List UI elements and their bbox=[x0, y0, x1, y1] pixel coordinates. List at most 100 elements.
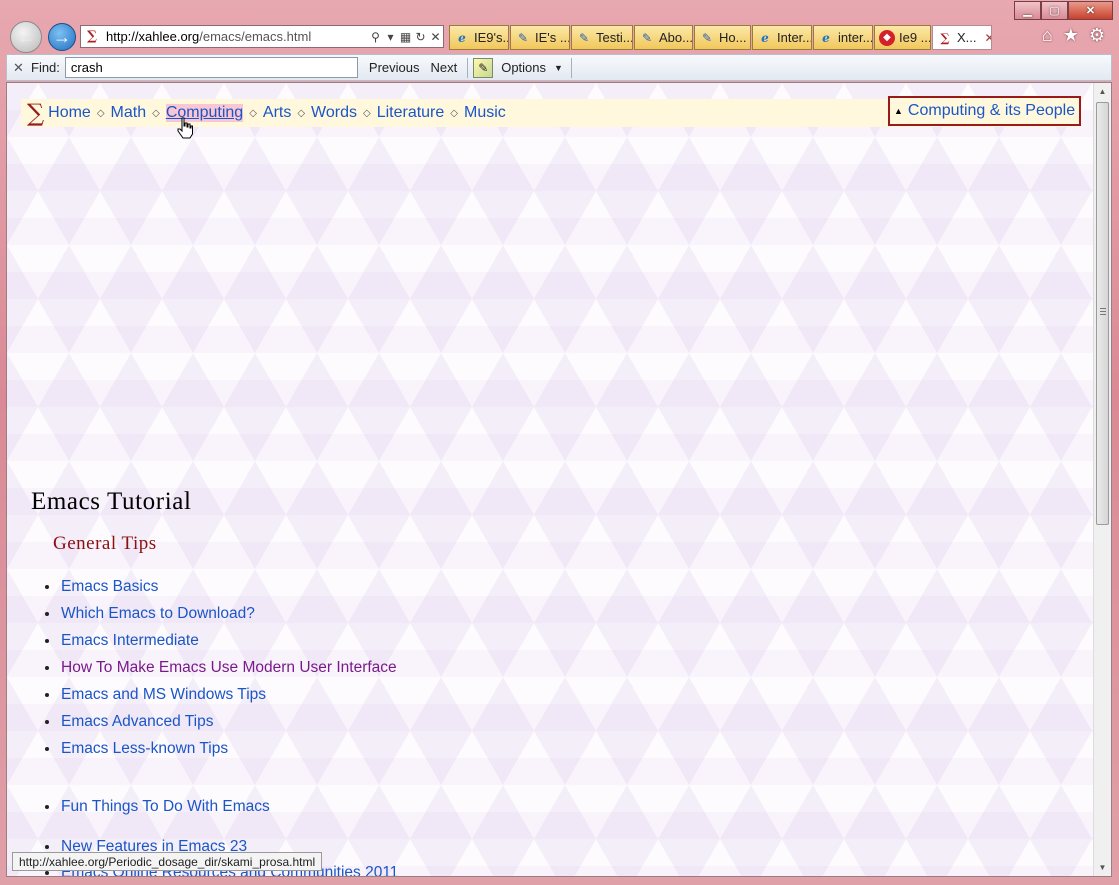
back-arrow-icon: ← bbox=[17, 26, 35, 47]
tab-ies[interactable]: ✎ IE's ... bbox=[510, 25, 570, 50]
address-url[interactable]: http://xahlee.org/emacs/emacs.html bbox=[106, 29, 368, 44]
bullet-icon bbox=[45, 804, 49, 809]
tab-ie9[interactable]: ◆ Ie9 ... bbox=[874, 25, 931, 50]
list-item: Emacs and MS Windows Tips bbox=[45, 681, 397, 708]
tab-xahlee-active[interactable]: ∑ X... ✕ bbox=[932, 25, 992, 50]
find-label: Find: bbox=[31, 60, 60, 75]
nav-separator-icon: ◇ bbox=[450, 107, 458, 119]
sigma-icon: ∑ bbox=[940, 30, 950, 45]
bullet-icon bbox=[45, 584, 49, 589]
nav-link-words[interactable]: Words bbox=[311, 104, 357, 122]
list-item: Emacs Advanced Tips bbox=[45, 708, 397, 735]
computing-people-link-box: ▲ Computing & its People bbox=[888, 96, 1081, 126]
status-url-tooltip: http://xahlee.org/Periodic_dosage_dir/sk… bbox=[12, 852, 323, 871]
forward-button[interactable]: → bbox=[48, 23, 76, 51]
computing-people-link[interactable]: Computing & its People bbox=[908, 102, 1075, 120]
tab-strip: e IE9's... ✎ IE's ... ✎ Testi... ✎ Abo... ✎ H… bbox=[449, 25, 992, 50]
back-button[interactable]: ← bbox=[10, 21, 42, 53]
scrollbar-thumb[interactable] bbox=[1096, 102, 1109, 525]
tab-label: Abo... bbox=[659, 30, 693, 45]
nav-link-home[interactable]: Home bbox=[48, 104, 91, 122]
ie-icon: e bbox=[458, 30, 466, 45]
options-dropdown-icon[interactable]: ▼ bbox=[554, 63, 563, 73]
link-fun-things[interactable]: Fun Things To Do With Emacs bbox=[61, 798, 270, 816]
bullet-icon bbox=[45, 719, 49, 724]
address-dropdown-icon[interactable]: ▾ bbox=[383, 30, 398, 44]
pen-icon: ✎ bbox=[701, 30, 713, 45]
link-which-emacs[interactable]: Which Emacs to Download? bbox=[61, 605, 255, 623]
nav-link-arts[interactable]: Arts bbox=[263, 104, 291, 122]
sigma-logo-icon: ∑ bbox=[27, 99, 45, 127]
tab-label: inter... bbox=[838, 30, 873, 45]
address-bar[interactable]: ∑ http://xahlee.org/emacs/emacs.html ⚲ ▾… bbox=[80, 25, 444, 48]
close-find-icon[interactable]: ✕ bbox=[13, 60, 31, 76]
scroll-down-arrow-icon[interactable]: ▼ bbox=[1094, 859, 1111, 876]
stop-sign-icon: ◆ bbox=[879, 29, 895, 46]
tab-label: Ie9 ... bbox=[899, 30, 931, 45]
nav-separator-icon: ◇ bbox=[96, 107, 105, 119]
page-title: Emacs Tutorial bbox=[31, 488, 192, 515]
nav-link-music[interactable]: Music bbox=[464, 104, 506, 122]
list-item: How To Make Emacs Use Modern User Interf… bbox=[45, 654, 397, 681]
tab-label: Testi... bbox=[596, 30, 633, 45]
link-modern-ui[interactable]: How To Make Emacs Use Modern User Interf… bbox=[61, 659, 397, 677]
nav-link-literature[interactable]: Literature bbox=[377, 104, 445, 122]
link-less-known-tips[interactable]: Emacs Less-known Tips bbox=[61, 740, 228, 758]
tab-label: X... bbox=[957, 30, 977, 45]
nav-separator-icon: ◇ bbox=[249, 107, 257, 119]
scrollbar-grip-icon bbox=[1100, 308, 1106, 315]
find-separator bbox=[570, 57, 572, 78]
close-window-button[interactable]: ✕ bbox=[1068, 1, 1113, 20]
tab-inter-1[interactable]: e Inter... bbox=[752, 25, 812, 50]
find-input[interactable] bbox=[64, 57, 358, 78]
refresh-icon[interactable]: ↻ bbox=[413, 30, 428, 44]
maximize-button[interactable]: ▢ bbox=[1041, 1, 1068, 20]
tab-abo[interactable]: ✎ Abo... bbox=[634, 25, 693, 50]
bullet-icon bbox=[45, 692, 49, 697]
tab-close-icon[interactable]: ✕ bbox=[985, 31, 991, 45]
nav-link-math[interactable]: Math bbox=[111, 104, 147, 122]
address-url-path: /emacs/emacs.html bbox=[199, 29, 312, 44]
fun-things-list: Fun Things To Do With Emacs bbox=[45, 793, 270, 820]
stop-icon[interactable]: ✕ bbox=[428, 30, 443, 44]
bullet-icon bbox=[45, 665, 49, 670]
tab-label: IE9's... bbox=[474, 30, 508, 45]
ie-icon: e bbox=[761, 30, 769, 45]
home-icon[interactable]: ⌂ bbox=[1042, 25, 1053, 46]
bullet-icon bbox=[45, 746, 49, 751]
nav-separator-icon: ◇ bbox=[152, 107, 160, 119]
vertical-scrollbar[interactable]: ▲ ▼ bbox=[1093, 83, 1111, 876]
find-separator bbox=[467, 57, 469, 78]
bullet-icon bbox=[45, 870, 49, 875]
compatibility-view-icon[interactable]: ▦ bbox=[398, 30, 413, 44]
tab-ho[interactable]: ✎ Ho... bbox=[694, 25, 751, 50]
pen-icon: ✎ bbox=[641, 30, 653, 45]
bullet-icon bbox=[45, 844, 49, 849]
navigation-row: ← → ∑ http://xahlee.org/emacs/emacs.html… bbox=[0, 20, 1119, 53]
tab-ie9s[interactable]: e IE9's... bbox=[449, 25, 509, 50]
find-next-button[interactable]: Next bbox=[430, 60, 457, 75]
scroll-up-arrow-icon[interactable]: ▲ bbox=[1094, 83, 1111, 100]
nav-separator-icon: ◇ bbox=[362, 107, 371, 119]
tab-inter-2[interactable]: e inter... bbox=[813, 25, 873, 50]
link-emacs-basics[interactable]: Emacs Basics bbox=[61, 578, 158, 596]
minimize-button[interactable]: ▁ bbox=[1014, 1, 1041, 20]
gear-icon[interactable]: ⚙ bbox=[1089, 25, 1105, 46]
general-tips-list: Emacs Basics Which Emacs to Download? Em… bbox=[45, 573, 397, 762]
find-previous-button[interactable]: Previous bbox=[369, 60, 420, 75]
page-content: ∑ Home ◇ Math ◇ Computing ◇ Arts ◇ Words… bbox=[7, 83, 1095, 876]
link-ms-windows-tips[interactable]: Emacs and MS Windows Tips bbox=[61, 686, 266, 704]
hand-cursor-icon bbox=[177, 117, 193, 139]
list-item: Fun Things To Do With Emacs bbox=[45, 793, 270, 820]
find-bar: ✕ Find: Previous Next ✎ Options ▼ bbox=[6, 54, 1112, 81]
tab-testi[interactable]: ✎ Testi... bbox=[571, 25, 633, 50]
link-advanced-tips[interactable]: Emacs Advanced Tips bbox=[61, 713, 214, 731]
forward-arrow-icon: → bbox=[53, 26, 71, 47]
highlight-matches-icon[interactable]: ✎ bbox=[473, 57, 494, 78]
search-icon[interactable]: ⚲ bbox=[368, 30, 383, 44]
site-favicon-icon: ∑ bbox=[87, 29, 97, 44]
link-emacs-intermediate[interactable]: Emacs Intermediate bbox=[61, 632, 199, 650]
favorites-star-icon[interactable]: ★ bbox=[1063, 25, 1079, 46]
find-options-button[interactable]: Options bbox=[501, 60, 546, 75]
window-controls: ▁ ▢ ✕ bbox=[1014, 1, 1113, 20]
